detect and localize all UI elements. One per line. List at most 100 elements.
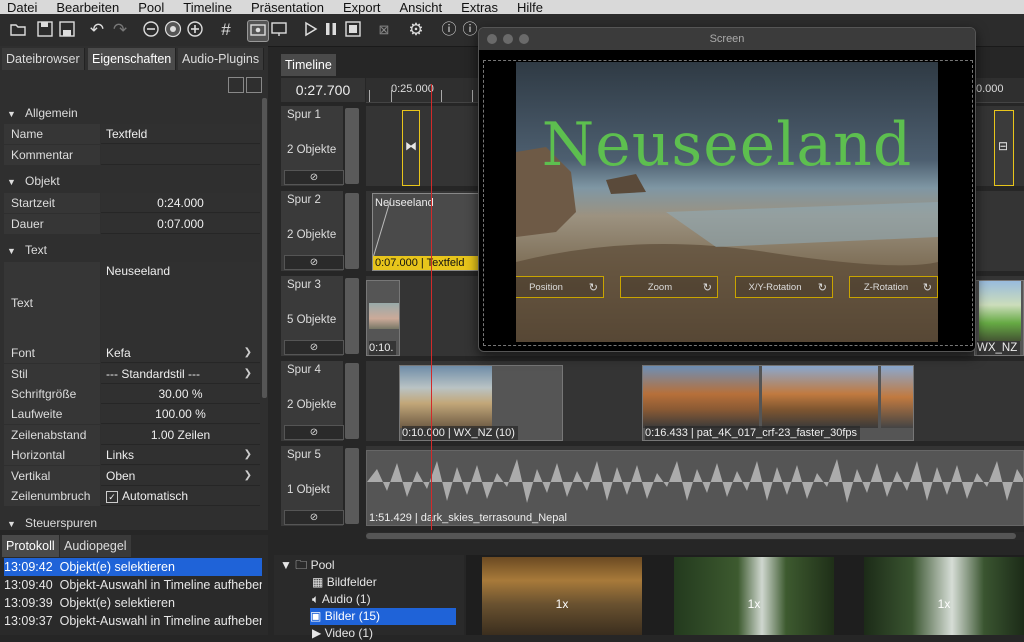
settings-gear-icon[interactable]: ⚙ [406,20,426,40]
tab-eigenschaften[interactable]: Eigenschaften [88,48,177,70]
zoom-in-icon[interactable] [185,20,205,40]
xy-rotation-control-button[interactable]: X/Y-Rotation ↻ [735,276,833,298]
undo-icon[interactable]: ↶ [87,20,107,40]
timeline-hscroll[interactable] [366,532,1024,540]
log-item[interactable]: 13:09:42 Objekt(e) selektieren [4,558,262,576]
close-x-icon[interactable]: ⊠ [374,20,394,40]
track-mute-button[interactable]: ⊘ [284,255,344,270]
tab-protokoll[interactable]: Protokoll [2,535,59,557]
transition-clip[interactable]: ⊟ [994,110,1014,186]
audio-clip[interactable]: 1:51.429 | dark_skies_terrasound_Nepal [366,450,1024,526]
position-control-button[interactable]: Position ↻ [516,276,604,298]
zoom-star-icon[interactable] [163,20,183,40]
prop-kommentar-input[interactable] [101,145,260,165]
track-lane[interactable]: 0:10.000 | WX_NZ (10) 0:16.433 | pat_4K_… [366,361,1024,441]
menu-pool[interactable]: Pool [138,0,164,15]
prop-zeilenabstand-input[interactable]: 1.00 Zeilen [101,425,260,445]
track-mute-button[interactable]: ⊘ [284,510,344,525]
prop-text-textarea[interactable]: Neuseeland [101,262,260,344]
image-clip[interactable]: 0:10. [366,280,400,356]
prop-startzeit-row: Startzeit 0:24.000 [4,193,260,213]
track-mute-button[interactable]: ⊘ [284,340,344,355]
tab-dateibrowser[interactable]: Dateibrowser [2,48,85,70]
timeline-hscroll-thumb[interactable] [366,533,1016,539]
track-name: Spur 1 [287,109,321,121]
prop-horizontal-select[interactable]: Links ❯ [101,445,260,465]
tab-timeline[interactable]: Timeline [281,54,336,76]
grid-icon[interactable]: # [216,20,236,40]
pause-icon[interactable] [321,20,341,40]
track-slider[interactable] [345,108,359,184]
pool-item[interactable]: ▦ Bildfelder [312,574,456,591]
save-icon[interactable] [35,20,55,40]
prop-font-select[interactable]: Kefa ❯ [101,343,260,363]
preview-eye-icon[interactable] [247,20,269,42]
pool-thumbnail[interactable]: 1x [864,557,1024,635]
track-mute-button[interactable]: ⊘ [284,170,344,185]
open-folder-icon[interactable] [8,20,28,40]
preview-stage[interactable]: Neuseeland Position ↻ Zoom ↻ X/Y-Rotation ↻… [516,62,938,342]
menu-bar: Datei Bearbeiten Pool Timeline Präsentat… [0,0,1024,15]
log-item[interactable]: 13:09:39 Objekt(e) selektieren [4,594,262,612]
menu-bearbeiten[interactable]: Bearbeiten [56,0,119,15]
track-slider[interactable] [345,448,359,524]
open-folder-icon[interactable] [246,77,262,93]
track-lane[interactable]: 1:51.429 | dark_skies_terrasound_Nepal [366,446,1024,526]
text-clip[interactable]: Neuseeland 0:07.000 | Textfeld [372,193,480,271]
redo-icon[interactable]: ↷ [110,20,130,40]
new-folder-icon[interactable] [228,77,244,93]
section-text[interactable]: ▼ Text [0,243,262,261]
info-icon[interactable]: ⓘ [460,20,480,40]
section-allgemein[interactable]: ▼ Allgemein [0,106,262,124]
track-slider[interactable] [345,278,359,354]
track-spur-5: Spur 5 1 Objekt ⊘ 1:51.429 | dark_skies_… [281,446,1024,526]
menu-hilfe[interactable]: Hilfe [517,0,543,15]
pool-thumbnail[interactable]: 1x [482,557,642,635]
track-slider[interactable] [345,363,359,439]
menu-ansicht[interactable]: Ansicht [400,0,443,15]
zoom-control-button[interactable]: Zoom ↻ [620,276,718,298]
menu-praesentation[interactable]: Präsentation [251,0,324,15]
tab-audiopegel[interactable]: Audiopegel [60,535,131,557]
pool-item[interactable]: 🔈︎ Audio (1) [312,591,456,608]
menu-extras[interactable]: Extras [461,0,498,15]
prop-schriftgroesse-input[interactable]: 30.00 % [101,384,260,404]
video-clip[interactable]: 0:16.433 | pat_4K_017_crf-23_faster_30fp… [642,365,914,441]
preview-headline[interactable]: Neuseeland [516,110,938,180]
z-rotation-control-button[interactable]: Z-Rotation ↻ [849,276,938,298]
stop-icon[interactable] [343,20,363,40]
transition-clip[interactable]: ⧓ [402,110,420,186]
prop-dauer-input[interactable]: 0:07.000 [101,214,260,234]
menu-datei[interactable]: Datei [7,0,37,15]
prop-name-input[interactable]: Textfeld [101,124,260,144]
help-icon[interactable]: ⓘ [439,20,459,40]
zoom-out-icon[interactable] [141,20,161,40]
screen-titlebar[interactable]: Screen [479,28,975,50]
properties-scrollbar[interactable] [262,98,267,398]
log-item[interactable]: 13:09:40 Objekt-Auswahl in Timeline aufh… [4,576,262,594]
image-clip[interactable]: WX_NZ [974,280,1024,356]
menu-timeline[interactable]: Timeline [183,0,232,15]
pool-item[interactable]: ▶ Video (1) [312,625,456,642]
tab-audio-plugins[interactable]: Audio-Plugins [178,48,265,70]
track-mute-button[interactable]: ⊘ [284,425,344,440]
playhead[interactable] [431,84,432,530]
section-steuerspuren[interactable]: ▼ Steuerspuren [0,516,262,530]
prop-startzeit-input[interactable]: 0:24.000 [101,193,260,213]
prop-vertikal-select[interactable]: Oben ❯ [101,466,260,486]
prop-laufweite-input[interactable]: 100.00 % [101,404,260,424]
play-icon[interactable] [300,20,320,40]
track-header: Spur 2 2 Objekte ⊘ [281,191,344,271]
pool-item[interactable]: ▣ Bilder (15) [310,608,456,625]
section-objekt[interactable]: ▼ Objekt [0,174,262,192]
screen-icon[interactable] [269,20,289,40]
track-slider[interactable] [345,193,359,269]
image-clip[interactable]: 0:10.000 | WX_NZ (10) [399,365,563,441]
pool-thumbnail[interactable]: 1x [674,557,834,635]
prop-zeilenumbruch-checkbox[interactable]: ✓ Automatisch [101,486,260,506]
menu-export[interactable]: Export [343,0,381,15]
save-as-icon[interactable] [57,20,77,40]
pool-root[interactable]: ▼ 🗀 Pool [280,557,460,574]
prop-stil-select[interactable]: --- Standardstil --- ❯ [101,364,260,384]
log-item[interactable]: 13:09:37 Objekt-Auswahl in Timeline aufh… [4,612,262,630]
